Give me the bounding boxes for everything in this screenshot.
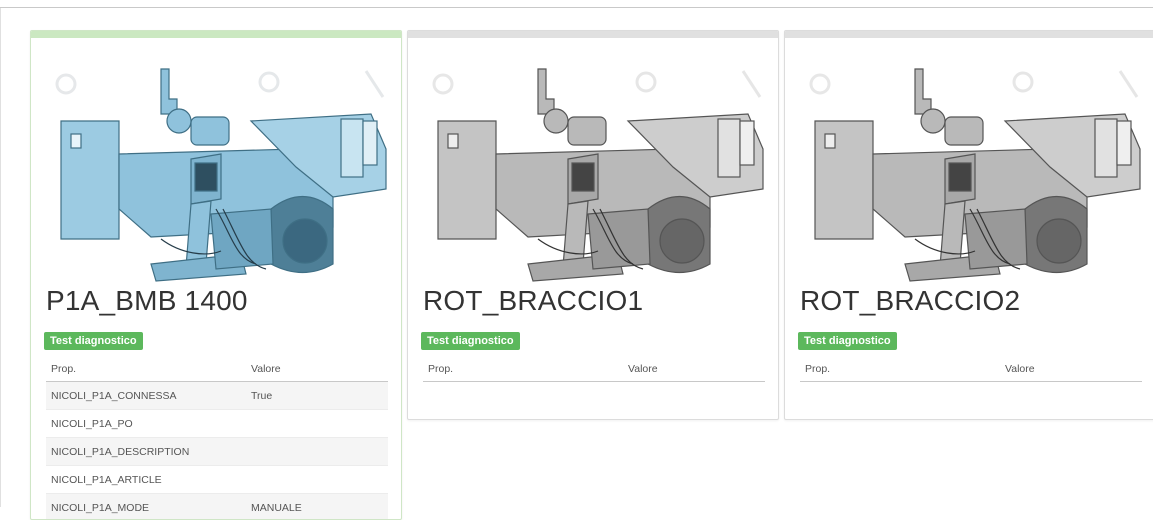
table-row: NICOLI_P1A_ARTICLE	[46, 466, 388, 494]
test-diagnostico-button[interactable]: Test diagnostico	[421, 332, 520, 350]
machine-card-rot-braccio2[interactable]: ROT_BRACCIO2 Test diagnostico Prop. Valo…	[784, 30, 1153, 420]
properties-table: Prop. Valore NICOLI_P1A_CONNESSA True NI…	[46, 357, 388, 520]
card-status-bar	[408, 31, 778, 38]
column-header-prop: Prop.	[423, 357, 623, 382]
prop-name: NICOLI_P1A_DESCRIPTION	[46, 438, 246, 466]
test-diagnostico-button[interactable]: Test diagnostico	[44, 332, 143, 350]
pipe-bending-machine-image	[418, 59, 768, 284]
prop-name: NICOLI_P1A_ARTICLE	[46, 466, 246, 494]
background-watermark-icons	[57, 71, 383, 97]
properties-table: Prop. Valore	[423, 357, 765, 382]
prop-name: NICOLI_P1A_CONNESSA	[46, 382, 246, 410]
column-header-prop: Prop.	[46, 357, 246, 382]
table-row: NICOLI_P1A_CONNESSA True	[46, 382, 388, 410]
pipe-bending-machine-image	[41, 59, 391, 284]
background-watermark-icons	[811, 71, 1137, 97]
card-status-bar	[785, 31, 1153, 38]
properties-table: Prop. Valore	[800, 357, 1142, 382]
column-header-valore: Valore	[623, 357, 765, 382]
table-row: NICOLI_P1A_PO	[46, 410, 388, 438]
prop-value	[246, 410, 388, 438]
machine-title: ROT_BRACCIO2	[800, 285, 1020, 317]
column-header-valore: Valore	[246, 357, 388, 382]
prop-name: NICOLI_P1A_PO	[46, 410, 246, 438]
column-header-prop: Prop.	[800, 357, 1000, 382]
column-header-valore: Valore	[1000, 357, 1142, 382]
machine-card-p1a-bmb-1400[interactable]: P1A_BMB 1400 Test diagnostico Prop. Valo…	[30, 30, 402, 520]
machine-title: P1A_BMB 1400	[46, 285, 248, 317]
prop-value	[246, 466, 388, 494]
machine-card-rot-braccio1[interactable]: ROT_BRACCIO1 Test diagnostico Prop. Valo…	[407, 30, 779, 420]
card-status-bar	[31, 31, 401, 38]
table-row: NICOLI_P1A_DESCRIPTION	[46, 438, 388, 466]
pipe-bending-machine-image	[795, 59, 1145, 284]
prop-value	[246, 438, 388, 466]
machine-title: ROT_BRACCIO1	[423, 285, 643, 317]
prop-value: True	[246, 382, 388, 410]
background-watermark-icons	[434, 71, 760, 97]
machine-cards-grid: P1A_BMB 1400 Test diagnostico Prop. Valo…	[0, 0, 1153, 507]
test-diagnostico-button[interactable]: Test diagnostico	[798, 332, 897, 350]
